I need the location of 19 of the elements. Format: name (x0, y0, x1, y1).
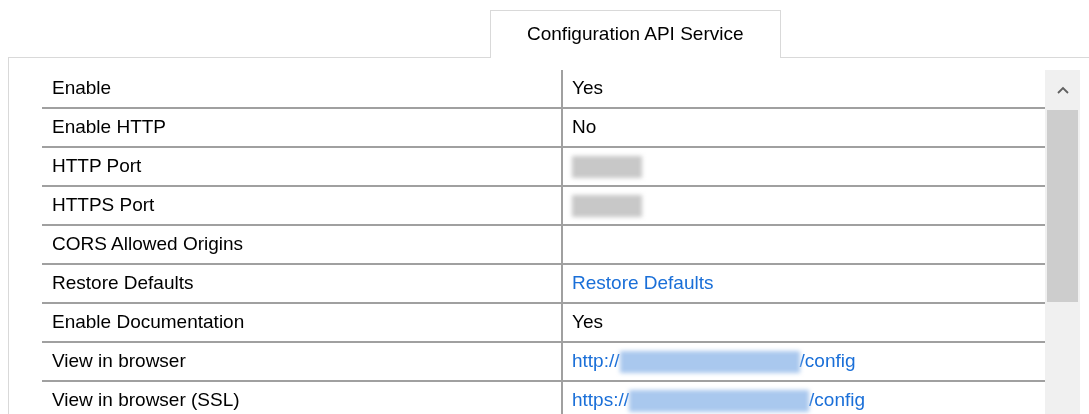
property-name: Enable (52, 76, 112, 101)
property-name: Enable HTTP (52, 115, 167, 140)
blurred-value (572, 194, 642, 217)
property-name: HTTPS Port (52, 193, 155, 218)
scroll-up-icon[interactable] (1056, 86, 1069, 94)
property-name: View in browser (52, 349, 186, 374)
property-value: No (572, 115, 597, 140)
property-value: Yes (572, 310, 603, 335)
property-name: Enable Documentation (52, 310, 245, 335)
property-name: CORS Allowed Origins (52, 232, 244, 257)
scrollbar-thumb[interactable] (1047, 110, 1078, 302)
blurred-value (572, 155, 642, 178)
tab[interactable]: Configuration API Service (490, 10, 781, 58)
scrollbar[interactable] (1045, 70, 1080, 414)
property-value: Yes (572, 76, 603, 101)
restore-defaults-link[interactable]: Restore Defaults (572, 269, 714, 298)
property-name: HTTP Port (52, 154, 142, 179)
property-name: View in browser (SSL) (52, 388, 240, 413)
property-name: Restore Defaults (52, 271, 194, 296)
